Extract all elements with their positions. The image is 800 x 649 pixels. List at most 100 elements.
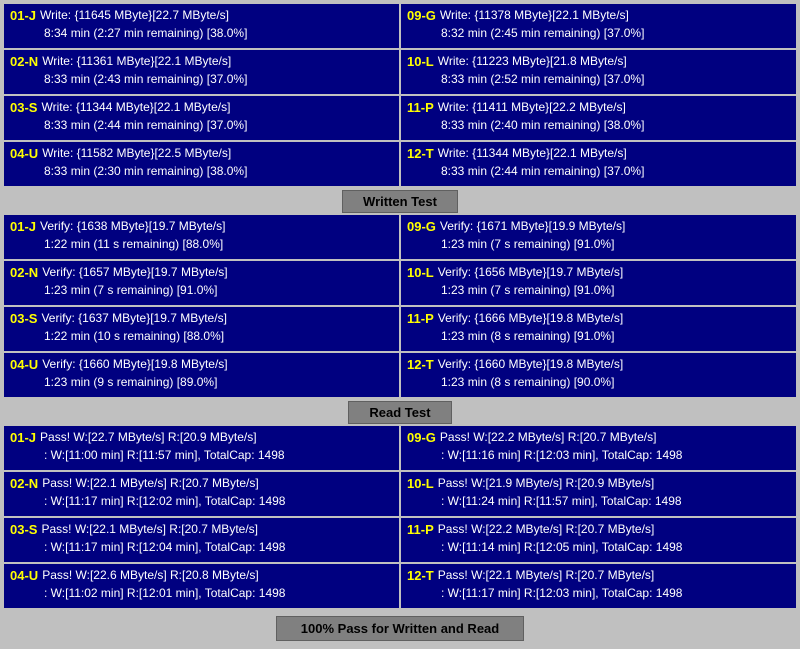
cell-line1: Write: {11411 MByte}[22.2 MByte/s] <box>438 99 790 117</box>
data-cell: 01-J Pass! W:[22.7 MByte/s] R:[20.9 MByt… <box>4 426 399 470</box>
data-cell: 12-T Pass! W:[22.1 MByte/s] R:[20.7 MByt… <box>401 564 796 608</box>
data-cell: 02-N Pass! W:[22.1 MByte/s] R:[20.7 MByt… <box>4 472 399 516</box>
cell-line1: Pass! W:[22.2 MByte/s] R:[20.7 MByte/s] <box>440 429 790 447</box>
read-section: 01-J Pass! W:[22.7 MByte/s] R:[20.9 MByt… <box>4 426 796 608</box>
data-cell: 10-L Pass! W:[21.9 MByte/s] R:[20.9 MByt… <box>401 472 796 516</box>
cell-line1: Write: {11645 MByte}[22.7 MByte/s] <box>40 7 393 25</box>
cell-id: 03-S <box>10 310 37 328</box>
cell-line2: 1:23 min (7 s remaining) [91.0%] <box>441 283 614 297</box>
cell-line2: 8:33 min (2:43 min remaining) [37.0%] <box>44 72 247 86</box>
cell-id: 01-J <box>10 7 36 25</box>
cell-id: 09-G <box>407 429 436 447</box>
cell-line2: : W:[11:14 min] R:[12:05 min], TotalCap:… <box>441 540 682 554</box>
cell-line2: : W:[11:24 min] R:[11:57 min], TotalCap:… <box>441 494 682 508</box>
cell-id: 10-L <box>407 264 434 282</box>
cell-line1: Write: {11378 MByte}[22.1 MByte/s] <box>440 7 790 25</box>
cell-line2: : W:[11:17 min] R:[12:03 min], TotalCap:… <box>441 586 682 600</box>
cell-id: 12-T <box>407 145 434 163</box>
cell-id: 09-G <box>407 7 436 25</box>
data-cell: 02-N Verify: {1657 MByte}[19.7 MByte/s] … <box>4 261 399 305</box>
cell-id: 02-N <box>10 475 38 493</box>
cell-line1: Pass! W:[22.6 MByte/s] R:[20.8 MByte/s] <box>42 567 393 585</box>
data-cell: 11-P Verify: {1666 MByte}[19.8 MByte/s] … <box>401 307 796 351</box>
data-cell: 04-U Verify: {1660 MByte}[19.8 MByte/s] … <box>4 353 399 397</box>
cell-line2: 1:23 min (8 s remaining) [91.0%] <box>441 329 614 343</box>
cell-line1: Write: {11582 MByte}[22.5 MByte/s] <box>42 145 393 163</box>
data-cell: 03-S Write: {11344 MByte}[22.1 MByte/s] … <box>4 96 399 140</box>
cell-line1: Verify: {1671 MByte}[19.9 MByte/s] <box>440 218 790 236</box>
cell-line2: 1:23 min (7 s remaining) [91.0%] <box>441 237 614 251</box>
cell-line1: Verify: {1660 MByte}[19.8 MByte/s] <box>42 356 393 374</box>
verify-section: 01-J Verify: {1638 MByte}[19.7 MByte/s] … <box>4 215 796 397</box>
data-cell: 03-S Verify: {1637 MByte}[19.7 MByte/s] … <box>4 307 399 351</box>
cell-id: 04-U <box>10 356 38 374</box>
cell-line1: Verify: {1638 MByte}[19.7 MByte/s] <box>40 218 393 236</box>
cell-line1: Pass! W:[22.1 MByte/s] R:[20.7 MByte/s] <box>438 567 790 585</box>
cell-line1: Pass! W:[22.1 MByte/s] R:[20.7 MByte/s] <box>42 475 393 493</box>
data-cell: 04-U Write: {11582 MByte}[22.5 MByte/s] … <box>4 142 399 186</box>
data-cell: 11-P Write: {11411 MByte}[22.2 MByte/s] … <box>401 96 796 140</box>
cell-line2: 1:23 min (7 s remaining) [91.0%] <box>44 283 217 297</box>
cell-line2: 8:33 min (2:52 min remaining) [37.0%] <box>441 72 644 86</box>
cell-id: 04-U <box>10 145 38 163</box>
cell-line2: : W:[11:17 min] R:[12:02 min], TotalCap:… <box>44 494 285 508</box>
cell-line2: 1:23 min (9 s remaining) [89.0%] <box>44 375 217 389</box>
cell-id: 10-L <box>407 475 434 493</box>
main-container: 01-J Write: {11645 MByte}[22.7 MByte/s] … <box>0 0 800 649</box>
data-cell: 02-N Write: {11361 MByte}[22.1 MByte/s] … <box>4 50 399 94</box>
cell-id: 11-P <box>407 521 434 539</box>
cell-line1: Pass! W:[22.1 MByte/s] R:[20.7 MByte/s] <box>41 521 393 539</box>
cell-line1: Write: {11361 MByte}[22.1 MByte/s] <box>42 53 393 71</box>
footer-label: 100% Pass for Written and Read <box>276 616 524 641</box>
data-cell: 01-J Verify: {1638 MByte}[19.7 MByte/s] … <box>4 215 399 259</box>
cell-line1: Pass! W:[22.7 MByte/s] R:[20.9 MByte/s] <box>40 429 393 447</box>
cell-line1: Verify: {1666 MByte}[19.8 MByte/s] <box>438 310 790 328</box>
cell-id: 09-G <box>407 218 436 236</box>
cell-id: 12-T <box>407 356 434 374</box>
cell-line2: 1:22 min (11 s remaining) [88.0%] <box>44 237 223 251</box>
write-grid: 01-J Write: {11645 MByte}[22.7 MByte/s] … <box>4 4 796 186</box>
cell-id: 04-U <box>10 567 38 585</box>
cell-id: 11-P <box>407 99 434 117</box>
data-cell: 11-P Pass! W:[22.2 MByte/s] R:[20.7 MByt… <box>401 518 796 562</box>
data-cell: 01-J Write: {11645 MByte}[22.7 MByte/s] … <box>4 4 399 48</box>
data-cell: 04-U Pass! W:[22.6 MByte/s] R:[20.8 MByt… <box>4 564 399 608</box>
cell-line1: Write: {11223 MByte}[21.8 MByte/s] <box>438 53 790 71</box>
cell-id: 03-S <box>10 521 37 539</box>
read-test-label: Read Test <box>348 401 451 424</box>
footer-bar: 100% Pass for Written and Read <box>4 612 796 645</box>
data-cell: 10-L Verify: {1656 MByte}[19.7 MByte/s] … <box>401 261 796 305</box>
cell-id: 01-J <box>10 429 36 447</box>
cell-id: 02-N <box>10 53 38 71</box>
cell-line1: Pass! W:[21.9 MByte/s] R:[20.9 MByte/s] <box>438 475 790 493</box>
cell-line2: 1:22 min (10 s remaining) [88.0%] <box>44 329 224 343</box>
cell-line1: Write: {11344 MByte}[22.1 MByte/s] <box>41 99 393 117</box>
cell-line2: 8:33 min (2:40 min remaining) [38.0%] <box>441 118 644 132</box>
cell-line2: 8:33 min (2:44 min remaining) [37.0%] <box>44 118 247 132</box>
cell-line1: Verify: {1660 MByte}[19.8 MByte/s] <box>438 356 790 374</box>
cell-line2: : W:[11:17 min] R:[12:04 min], TotalCap:… <box>44 540 285 554</box>
cell-id: 11-P <box>407 310 434 328</box>
data-cell: 12-T Write: {11344 MByte}[22.1 MByte/s] … <box>401 142 796 186</box>
written-test-header: Written Test <box>4 190 796 213</box>
data-cell: 09-G Write: {11378 MByte}[22.1 MByte/s] … <box>401 4 796 48</box>
data-cell: 10-L Write: {11223 MByte}[21.8 MByte/s] … <box>401 50 796 94</box>
cell-line1: Verify: {1657 MByte}[19.7 MByte/s] <box>42 264 393 282</box>
cell-line2: 8:33 min (2:30 min remaining) [38.0%] <box>44 164 247 178</box>
cell-line1: Write: {11344 MByte}[22.1 MByte/s] <box>438 145 790 163</box>
read-test-header: Read Test <box>4 401 796 424</box>
data-cell: 09-G Pass! W:[22.2 MByte/s] R:[20.7 MByt… <box>401 426 796 470</box>
cell-id: 01-J <box>10 218 36 236</box>
cell-line1: Verify: {1656 MByte}[19.7 MByte/s] <box>438 264 790 282</box>
read-grid: 01-J Pass! W:[22.7 MByte/s] R:[20.9 MByt… <box>4 426 796 608</box>
written-test-label: Written Test <box>342 190 458 213</box>
cell-line2: 8:34 min (2:27 min remaining) [38.0%] <box>44 26 247 40</box>
cell-line2: 8:33 min (2:44 min remaining) [37.0%] <box>441 164 644 178</box>
cell-line1: Verify: {1637 MByte}[19.7 MByte/s] <box>41 310 393 328</box>
cell-id: 10-L <box>407 53 434 71</box>
cell-id: 02-N <box>10 264 38 282</box>
cell-line1: Pass! W:[22.2 MByte/s] R:[20.7 MByte/s] <box>438 521 790 539</box>
data-cell: 09-G Verify: {1671 MByte}[19.9 MByte/s] … <box>401 215 796 259</box>
cell-line2: : W:[11:00 min] R:[11:57 min], TotalCap:… <box>44 448 285 462</box>
data-cell: 12-T Verify: {1660 MByte}[19.8 MByte/s] … <box>401 353 796 397</box>
